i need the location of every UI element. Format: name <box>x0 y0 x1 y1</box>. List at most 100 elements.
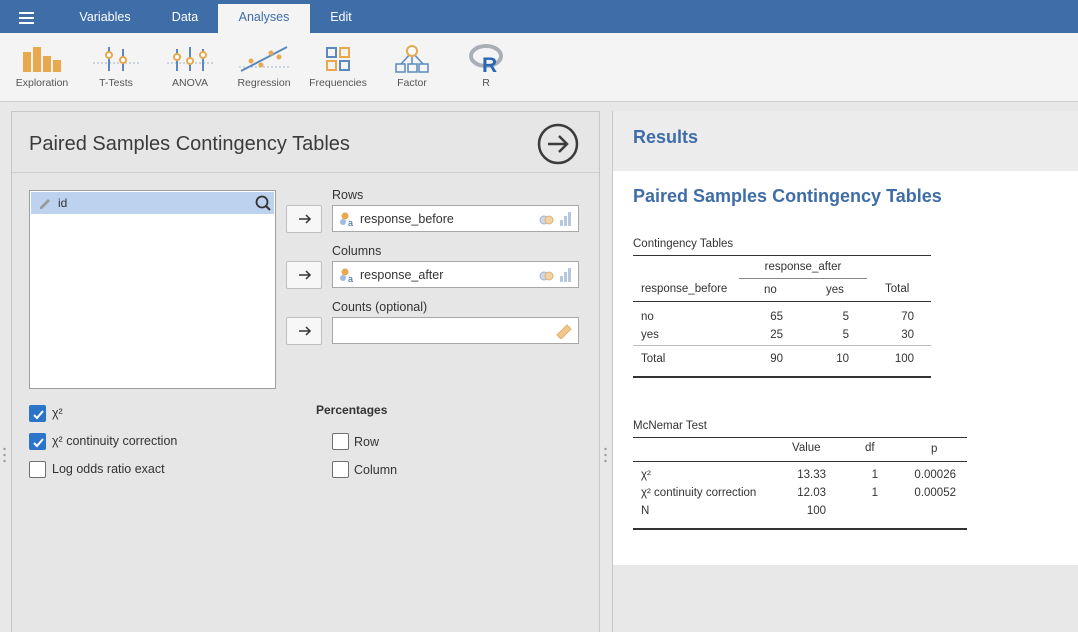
measure-type-icon <box>539 212 571 226</box>
ribbon-label-t-tests: T-Tests <box>99 77 133 89</box>
frequencies-button[interactable]: Frequencies <box>301 41 375 97</box>
table-cell: 0.00052 <box>914 487 956 499</box>
contingency-table-title: Contingency Tables <box>633 238 734 250</box>
table-rule <box>633 345 931 346</box>
column-header-p: p <box>931 443 938 455</box>
percentages-heading: Percentages <box>316 403 388 417</box>
column-header-df: df <box>865 442 875 454</box>
tab-analyses[interactable]: Analyses <box>218 4 310 33</box>
table-rule <box>633 437 967 438</box>
log-odds-ratio-checkbox[interactable] <box>29 461 46 478</box>
column-header-no: no <box>764 284 777 296</box>
table-row-label: yes <box>641 329 659 341</box>
table-rule <box>633 528 967 530</box>
row-percentage-checkbox[interactable] <box>332 433 349 450</box>
columns-label: Columns <box>332 244 382 258</box>
splitter-handle-icon[interactable] <box>604 447 607 463</box>
variable-list[interactable]: id <box>29 190 276 389</box>
move-to-rows-button[interactable] <box>286 205 322 233</box>
collapse-options-arrow-icon[interactable] <box>537 123 579 165</box>
variable-item-id[interactable]: id <box>31 192 274 214</box>
results-panel: Results Paired Samples Contingency Table… <box>612 111 1078 632</box>
regression-icon <box>227 43 301 75</box>
columns-field[interactable]: a response_after <box>332 261 579 288</box>
table-cell: 10 <box>836 353 849 365</box>
column-percentage-checkbox[interactable] <box>332 461 349 478</box>
column-percentage-label: Column <box>354 463 398 477</box>
column-header-value: Value <box>792 442 821 454</box>
tab-variables[interactable]: Variables <box>64 4 146 33</box>
ribbon-label-r: R <box>482 77 490 89</box>
table-cell: 100 <box>806 505 826 517</box>
results-title: Results <box>633 127 699 147</box>
tab-edit[interactable]: Edit <box>316 4 366 33</box>
table-cell: 0.00026 <box>914 469 956 481</box>
arrow-right-icon <box>299 326 312 336</box>
frequencies-icon <box>301 43 375 75</box>
rows-label: Rows <box>332 188 364 202</box>
options-title: Paired Samples Contingency Tables <box>29 133 350 155</box>
table-cell: 1 <box>871 487 878 499</box>
analyses-ribbon: Exploration T-Tests ANOVA Regression Fre… <box>0 33 1078 102</box>
continuity-correction-checkbox[interactable] <box>29 433 46 450</box>
menu-bar: Variables Data Analyses Edit <box>0 0 1078 33</box>
table-row-label: N <box>641 505 650 517</box>
regression-button[interactable]: Regression <box>227 41 301 97</box>
mcnemar-table-title: McNemar Test <box>633 420 707 432</box>
analysis-options-panel: Paired Samples Contingency Tables id Row… <box>11 111 600 632</box>
table-cell: 25 <box>770 329 783 341</box>
t-tests-icon <box>79 43 153 75</box>
rows-field[interactable]: a response_before <box>332 205 579 232</box>
ribbon-label-factor: Factor <box>397 77 427 89</box>
ribbon-label-regression: Regression <box>237 77 291 89</box>
table-row-label: Total <box>641 353 666 365</box>
analysis-title: Paired Samples Contingency Tables <box>633 186 942 206</box>
measure-type-icon <box>539 268 571 282</box>
table-cell: 70 <box>901 311 914 323</box>
log-odds-ratio-label: Log odds ratio exact <box>52 462 165 476</box>
variable-name: id <box>58 196 68 210</box>
table-cell: 65 <box>770 311 783 323</box>
nominal-variable-icon: a <box>340 212 353 227</box>
results-header: Results <box>613 111 1078 171</box>
table-row-label: χ² <box>641 469 651 481</box>
table-cell: 5 <box>842 329 849 341</box>
continuous-ruler-icon <box>556 324 572 339</box>
column-variable-header: response_after <box>764 261 842 273</box>
splitter-handle-icon[interactable] <box>3 447 6 463</box>
continuity-correction-label: χ² continuity correction <box>52 434 178 448</box>
anova-button[interactable]: ANOVA <box>153 41 227 97</box>
tab-data[interactable]: Data <box>158 4 212 33</box>
table-cell: 13.33 <box>797 469 826 481</box>
exploration-button[interactable]: Exploration <box>5 41 79 97</box>
rows-value: response_before <box>360 212 454 226</box>
search-icon[interactable] <box>252 192 274 214</box>
table-cell: 100 <box>894 353 914 365</box>
table-rule <box>739 278 867 279</box>
table-cell: 5 <box>842 311 849 323</box>
ribbon-label-exploration: Exploration <box>15 77 69 89</box>
row-variable-header: response_before <box>641 283 728 295</box>
table-cell: 12.03 <box>797 487 826 499</box>
counts-field[interactable] <box>332 317 579 344</box>
svg-text:a: a <box>348 274 353 283</box>
table-rule <box>633 376 931 378</box>
table-row-label: χ² continuity correction <box>641 487 757 499</box>
results-body[interactable]: Paired Samples Contingency Tables Contin… <box>613 171 1078 565</box>
move-to-counts-button[interactable] <box>286 317 322 345</box>
r-icon: R <box>449 43 523 77</box>
factor-button[interactable]: Factor <box>375 41 449 97</box>
options-divider <box>12 172 599 173</box>
column-header-total: Total <box>885 283 910 295</box>
ribbon-label-anova: ANOVA <box>172 77 208 89</box>
hamburger-menu-icon[interactable] <box>17 10 39 26</box>
row-percentage-label: Row <box>354 435 380 449</box>
table-row-label: no <box>641 311 654 323</box>
anova-icon <box>153 43 227 75</box>
factor-icon <box>375 43 449 75</box>
t-tests-button[interactable]: T-Tests <box>79 41 153 97</box>
move-to-columns-button[interactable] <box>286 261 322 289</box>
chi-squared-checkbox[interactable] <box>29 405 46 422</box>
r-button[interactable]: R R <box>449 41 523 97</box>
pencil-icon <box>40 199 50 209</box>
